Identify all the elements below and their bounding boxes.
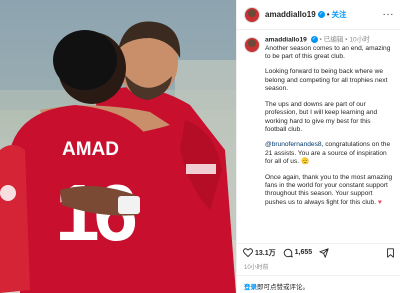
comment-button[interactable]: 1,655 — [283, 248, 313, 258]
login-prompt: 登录即可点赞或评论。 — [237, 275, 400, 293]
share-button[interactable] — [319, 247, 329, 258]
author-avatar[interactable] — [244, 6, 260, 23]
verified-badge-icon: ✓ — [317, 11, 325, 18]
post-caption: amaddiallo19 ✓ • 已编辑 • 10小时 Another seas… — [237, 30, 400, 235]
author-username[interactable]: amaddiallo19 — [265, 10, 316, 19]
more-options-icon[interactable]: ··· — [383, 9, 395, 20]
caption-text: amaddiallo19 ✓ • 已编辑 • 10小时 Another seas… — [265, 36, 393, 206]
caption-time[interactable]: 10小时 — [349, 36, 370, 43]
post-timestamp: 10小时前 — [244, 265, 269, 271]
comment-icon — [283, 248, 293, 257]
post-details-panel: amaddiallo19 ✓ • 关注 ··· amaddiallo19 ✓ •… — [236, 0, 400, 293]
jersey-name: AMAD — [62, 139, 119, 160]
action-bar: 13.1万 1,655 — [237, 243, 400, 261]
red-heart-icon: ♥ — [377, 198, 382, 206]
post-photo[interactable]: AMAD 16 — [0, 0, 236, 293]
bookmark-icon — [387, 247, 394, 258]
caption-author-avatar[interactable] — [244, 37, 260, 53]
separator-dot: • — [326, 10, 330, 19]
paper-plane-icon — [319, 247, 329, 258]
heart-outline-icon — [243, 248, 253, 257]
like-count: 13.1万 — [255, 249, 276, 257]
verified-badge-icon: ✓ — [310, 36, 318, 43]
post-header: amaddiallo19 ✓ • 关注 ··· — [237, 0, 400, 30]
caption-paragraph: @brunofernandes8, congratulations on the… — [265, 141, 391, 166]
face-emoji-icon: 🫡 — [300, 158, 310, 166]
caption-paragraph: Another season comes to an end, amazing … — [265, 44, 391, 61]
comment-count: 1,655 — [294, 249, 313, 256]
like-button[interactable]: 13.1万 — [243, 248, 276, 258]
save-button[interactable] — [386, 247, 395, 258]
follow-button[interactable]: 关注 — [332, 9, 347, 20]
caption-username[interactable]: amaddiallo19 — [265, 36, 307, 43]
caption-paragraph: Looking forward to being back where we b… — [265, 68, 388, 93]
caption-paragraph: Once again, thank you to the most amazin… — [265, 173, 393, 206]
mention-link[interactable]: @brunofernandes8 — [265, 141, 322, 148]
edited-label: 已编辑 — [323, 36, 344, 44]
caption-paragraph: The ups and downs are part of our profes… — [265, 100, 378, 133]
login-link[interactable]: 登录 — [244, 284, 257, 291]
post-photo-illustration: AMAD 16 — [0, 0, 236, 293]
